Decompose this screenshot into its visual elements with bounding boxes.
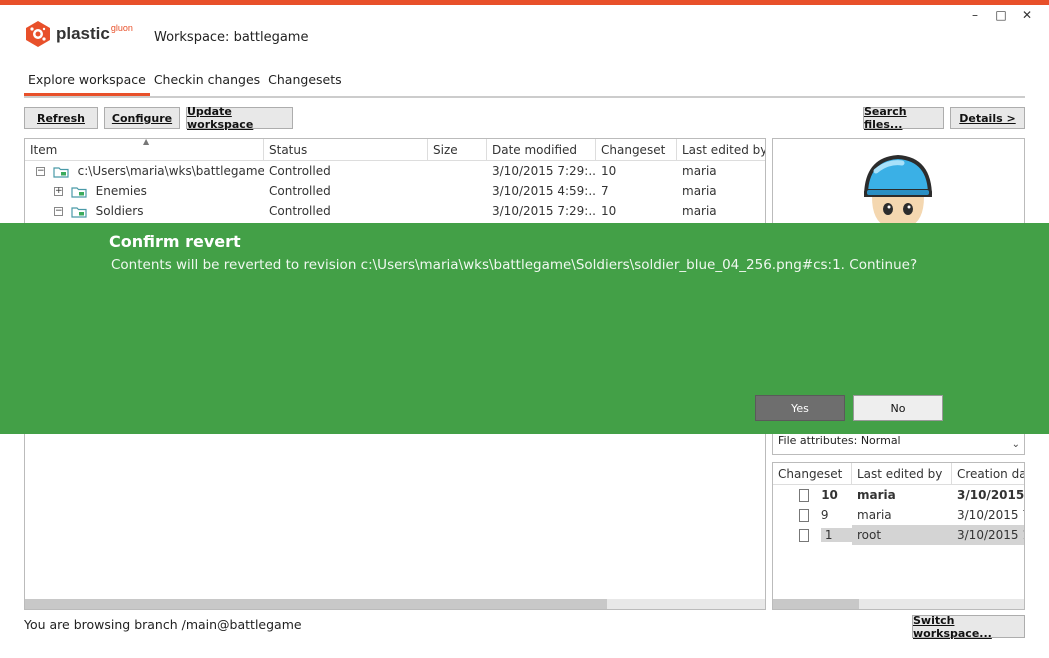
configure-button[interactable]: Configure (104, 107, 180, 129)
history-header: Changeset Last edited by Creation dat (773, 463, 1024, 485)
item-date: 3/10/2015 7:29:... (492, 204, 596, 218)
sort-up-icon: ▲ (143, 139, 150, 146)
app-logo: plastic gluon (24, 20, 133, 48)
item-changeset: 7 (601, 184, 609, 198)
item-changeset: 10 (601, 204, 617, 218)
column-changeset[interactable]: Changeset (773, 463, 852, 484)
item-size (428, 161, 487, 181)
table-row[interactable]: − c:\Users\maria\wks\battlegame Controll… (25, 161, 765, 181)
history-changeset: 10 (821, 488, 838, 502)
collapse-icon[interactable]: − (36, 167, 45, 176)
item-name: Enemies (95, 184, 147, 198)
collapse-icon[interactable]: − (54, 207, 63, 216)
history-horizontal-scrollbar[interactable] (773, 599, 1024, 609)
switch-workspace-button[interactable]: Switch workspace... (912, 614, 1025, 640)
document-icon (799, 489, 809, 502)
history-editor: root (852, 525, 952, 545)
history-date: 3/10/2015 12 (952, 525, 1024, 545)
close-button[interactable]: ✕ (1015, 6, 1039, 24)
history-editor: maria (857, 508, 892, 522)
top-accent-bar (0, 0, 1049, 5)
column-changeset[interactable]: Changeset (596, 139, 677, 160)
column-last-edited-by[interactable]: Last edited by (852, 463, 952, 484)
logo-text: plastic (56, 24, 110, 43)
column-size[interactable]: Size (428, 139, 487, 160)
item-date: 3/10/2015 7:29:... (492, 164, 596, 178)
confirm-revert-dialog: Confirm revert Contents will be reverted… (0, 223, 1049, 434)
tab-explore-workspace[interactable]: Explore workspace (24, 71, 150, 96)
history-row[interactable]: 9 maria 3/10/2015 7: (773, 505, 1024, 525)
item-changeset: 10 (601, 164, 617, 178)
column-item[interactable]: ▲ Item (25, 139, 264, 160)
workspace-title: Workspace: battlegame (154, 30, 309, 45)
scrollbar-thumb[interactable] (773, 599, 859, 609)
folder-icon (71, 186, 87, 198)
history-list: Changeset Last edited by Creation dat 10… (772, 462, 1025, 610)
tree-horizontal-scrollbar[interactable] (25, 599, 765, 609)
item-name: Soldiers (95, 204, 144, 218)
soldier-image (864, 155, 932, 227)
item-editor: maria (682, 184, 717, 198)
maximize-button[interactable]: □ (989, 6, 1013, 24)
item-size (428, 201, 487, 221)
item-date: 3/10/2015 4:59:... (492, 184, 596, 198)
main-tabs: Explore workspace Checkin changes Change… (24, 71, 1025, 98)
item-size (428, 181, 487, 201)
no-button[interactable]: No (853, 395, 943, 421)
refresh-button[interactable]: Refresh (24, 107, 98, 129)
update-workspace-button[interactable]: Update workspace (186, 105, 293, 131)
history-date: 3/10/2015 7 (957, 488, 1024, 502)
scrollbar-thumb[interactable] (25, 599, 607, 609)
column-date-modified[interactable]: Date modified (487, 139, 596, 160)
file-preview (772, 138, 1025, 228)
history-row[interactable]: 10 maria 3/10/2015 7 (773, 485, 1024, 505)
logo-superscript: gluon (110, 23, 133, 33)
document-icon (799, 509, 809, 522)
chevron-down-icon[interactable]: ⌄ (1012, 438, 1020, 452)
history-row-selected[interactable]: 1 root 3/10/2015 12 (773, 525, 1024, 545)
history-date: 3/10/2015 7: (957, 508, 1024, 522)
dialog-message: Contents will be reverted to revision c:… (111, 257, 918, 273)
item-name: c:\Users\maria\wks\battlegame (77, 164, 264, 178)
column-status[interactable]: Status (264, 139, 428, 160)
minimize-button[interactable]: – (963, 6, 987, 24)
details-button[interactable]: Details > (950, 107, 1025, 129)
file-attributes-label: File attributes: Normal (778, 434, 901, 447)
tree-header: ▲ Item Status Size Date modified Changese… (25, 139, 765, 161)
file-attributes-select[interactable]: File attributes: Normal ⌄ (772, 433, 1025, 455)
column-last-edited-by[interactable]: Last edited by (677, 139, 765, 160)
folder-icon (71, 206, 87, 218)
table-row[interactable]: − Soldiers Controlled 3/10/2015 7:29:...… (25, 201, 765, 221)
column-creation-date[interactable]: Creation dat (952, 463, 1024, 484)
history-editor: maria (857, 488, 896, 502)
item-editor: maria (682, 164, 717, 178)
history-changeset: 1 (820, 528, 852, 542)
document-icon (799, 529, 809, 542)
window-controls: – □ ✕ (963, 6, 1039, 24)
search-files-button[interactable]: Search files... (863, 105, 944, 131)
tab-checkin-changes[interactable]: Checkin changes (150, 71, 264, 96)
plastic-logo-icon (26, 21, 50, 47)
yes-button[interactable]: Yes (755, 395, 845, 421)
expand-icon[interactable]: + (54, 187, 63, 196)
folder-icon (53, 166, 69, 178)
item-status: Controlled (269, 164, 331, 178)
item-status: Controlled (269, 204, 331, 218)
table-row[interactable]: + Enemies Controlled 3/10/2015 4:59:... … (25, 181, 765, 201)
item-editor: maria (682, 204, 717, 218)
history-changeset: 9 (820, 508, 829, 522)
branch-status: You are browsing branch /main@battlegame (24, 617, 302, 632)
dialog-title: Confirm revert (109, 232, 241, 251)
tab-changesets[interactable]: Changesets (264, 71, 345, 96)
item-status: Controlled (269, 184, 331, 198)
